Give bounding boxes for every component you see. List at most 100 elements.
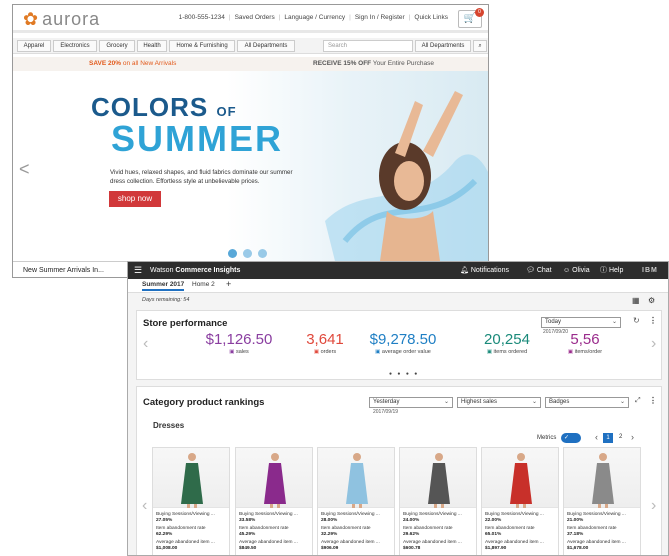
product-card[interactable]: Buying Sessions/Viewing ... 22.00% Item ab… <box>481 447 559 555</box>
store-search-input[interactable]: Search <box>323 40 413 52</box>
language-currency-link[interactable]: Language / Currency <box>284 14 345 21</box>
page-prev-icon[interactable]: ‹ <box>595 432 598 442</box>
product-card[interactable]: Buying Sessions/Viewing ... 27.05% Item ab… <box>152 447 230 555</box>
page-next-number[interactable]: 2 <box>619 434 622 440</box>
store-performance-card: Store performance Today ⌄ 2017/09/20 ↻ ⋮ … <box>136 310 662 380</box>
metrics-page-dots[interactable]: ● ● ● ● <box>389 371 419 377</box>
product-image <box>400 448 476 508</box>
chevron-down-icon: ⌄ <box>611 319 617 325</box>
app-title: Watson Commerce Insights <box>150 267 241 274</box>
tab-summer-2017[interactable]: Summer 2017 <box>142 281 185 291</box>
sessions-value: 22.00% <box>485 518 502 523</box>
sessions-label: Buying Sessions/Viewing ... <box>403 512 462 517</box>
carousel-dot[interactable] <box>243 249 252 258</box>
carousel-prev-icon[interactable]: < <box>19 159 30 180</box>
more-options-icon[interactable]: ⋮ <box>649 396 657 405</box>
more-options-icon[interactable]: ⋮ <box>649 316 657 325</box>
avg-abandoned-label: Average abandoned item ... <box>403 540 462 545</box>
product-card[interactable]: Buying Sessions/Viewing ... 28.00% Item ab… <box>317 447 395 555</box>
hero-heading-summer: SUMMER <box>111 118 283 159</box>
help-button[interactable]: ⓘ Help <box>600 262 623 279</box>
nav-apparel[interactable]: Apparel <box>17 40 51 52</box>
badges-select[interactable]: Badges ⌄ <box>545 397 629 408</box>
carousel-dot[interactable] <box>228 249 237 258</box>
abandon-label: Item abandonment rate <box>156 526 206 531</box>
nav-health[interactable]: Health <box>137 40 167 52</box>
product-card[interactable]: Buying Sessions/Viewing ... 21.00% Item ab… <box>563 447 641 555</box>
expand-icon[interactable]: ⤢ <box>635 397 641 405</box>
watson-window: ☰ Watson Commerce Insights 🔔︎ Notificati… <box>127 261 669 556</box>
metrics-toggle[interactable]: ✓ <box>561 433 581 443</box>
metric-label: items/order <box>574 349 603 355</box>
sign-in-link[interactable]: Sign In / Register <box>355 14 405 21</box>
avg-abandoned-label: Average abandoned item ... <box>239 540 298 545</box>
sessions-value: 33.58% <box>239 518 256 523</box>
metrics-prev-icon[interactable]: ‹ <box>143 335 148 353</box>
metric-5[interactable]: 5,56 ▣ items/order <box>535 331 635 355</box>
refresh-icon[interactable]: ↻ <box>633 316 640 325</box>
notifications-button[interactable]: 🔔︎ Notifications <box>460 262 509 279</box>
grid-view-icon[interactable]: ▦ <box>632 296 640 305</box>
nav-all-departments[interactable]: All Departments <box>237 40 295 52</box>
product-card[interactable]: Buying Sessions/Viewing ... 24.00% Item ab… <box>399 447 477 555</box>
sessions-label: Buying Sessions/Viewing ... <box>321 512 380 517</box>
days-remaining: Days remaining: 54 <box>128 293 668 308</box>
product-card[interactable]: Buying Sessions/Viewing ... 33.58% Item ab… <box>235 447 313 555</box>
bell-icon: 🔔︎ <box>460 267 469 274</box>
nav-electronics[interactable]: Electronics <box>53 40 97 52</box>
abandon-value: 37.18% <box>567 532 584 537</box>
metric-1[interactable]: $1,126.50 ▣ sales <box>189 331 289 355</box>
page-next-icon[interactable]: › <box>631 432 634 442</box>
avg-abandoned-value: $1,008.00 <box>156 546 178 551</box>
add-tab-button[interactable]: + <box>226 279 231 289</box>
brand-name: aurora <box>42 9 101 29</box>
page-current[interactable]: 1 <box>603 433 613 443</box>
products-next-icon[interactable]: › <box>651 497 656 515</box>
metric-label: sales <box>235 349 249 355</box>
product-image <box>318 448 394 508</box>
category-period-select[interactable]: Yesterday ⌄ <box>369 397 453 408</box>
product-image <box>564 448 640 508</box>
saved-orders-link[interactable]: Saved Orders <box>235 14 275 21</box>
category-rankings-title: Category product rankings <box>143 397 265 408</box>
products-prev-icon[interactable]: ‹ <box>142 497 147 515</box>
metrics-next-icon[interactable]: › <box>651 335 656 353</box>
abandon-label: Item abandonment rate <box>321 526 371 531</box>
avg-abandoned-label: Average abandoned item ... <box>321 540 380 545</box>
user-menu[interactable]: ☺ Olivia <box>563 262 590 279</box>
store-header: ✿ aurora 1-800-555-1234 | Saved Orders | La… <box>13 5 488 33</box>
shop-now-button[interactable]: shop now <box>109 191 161 207</box>
metric-value: $9,278.50 <box>369 331 437 348</box>
chevron-down-icon: ⌄ <box>619 399 625 405</box>
abandon-label: Item abandonment rate <box>403 526 453 531</box>
search-button[interactable]: ⌕ <box>473 40 487 52</box>
watson-topbar: ☰ Watson Commerce Insights 🔔︎ Notificati… <box>128 262 668 279</box>
promo-right[interactable]: RECEIVE 15% OFF Your Entire Purchase <box>313 57 434 71</box>
dashboard-tabs: Summer 2017 Home 2 + <box>128 279 668 293</box>
chevron-down-icon: ⌄ <box>531 399 537 405</box>
chat-button[interactable]: 💬︎ Chat <box>526 262 552 279</box>
store-logo[interactable]: ✿ aurora <box>23 9 100 30</box>
hamburger-menu-icon[interactable]: ☰ <box>134 262 142 279</box>
hero-description: Vivid hues, relaxed shapes, and fluid fa… <box>110 169 293 185</box>
metric-3[interactable]: $9,278.50 ▣ average order value <box>353 331 453 355</box>
cart-button[interactable]: 🛒 0 <box>458 8 484 28</box>
product-image <box>482 448 558 508</box>
search-scope-select[interactable]: All Departments <box>415 40 471 52</box>
sort-select[interactable]: Highest sales ⌄ <box>457 397 541 408</box>
metric-label: orders <box>320 349 337 355</box>
carousel-dot[interactable] <box>258 249 267 258</box>
promo-left[interactable]: SAVE 20% on all New Arrivals <box>89 57 176 71</box>
tab-home-2[interactable]: Home 2 <box>192 281 215 288</box>
nav-grocery[interactable]: Grocery <box>99 40 135 52</box>
sessions-value: 21.00% <box>567 518 584 523</box>
settings-gear-icon[interactable]: ⚙ <box>648 296 655 305</box>
quick-links-menu[interactable]: Quick Links <box>414 14 448 21</box>
store-period-select[interactable]: Today ⌄ <box>541 317 621 328</box>
metric-icon: ▣ <box>229 349 236 355</box>
sessions-value: 24.00% <box>403 518 420 523</box>
nav-home-furnishing[interactable]: Home & Furnishing <box>169 40 235 52</box>
abandon-label: Item abandonment rate <box>239 526 289 531</box>
metric-icon: ▣ <box>375 349 382 355</box>
abandon-value: 29.62% <box>403 532 420 537</box>
